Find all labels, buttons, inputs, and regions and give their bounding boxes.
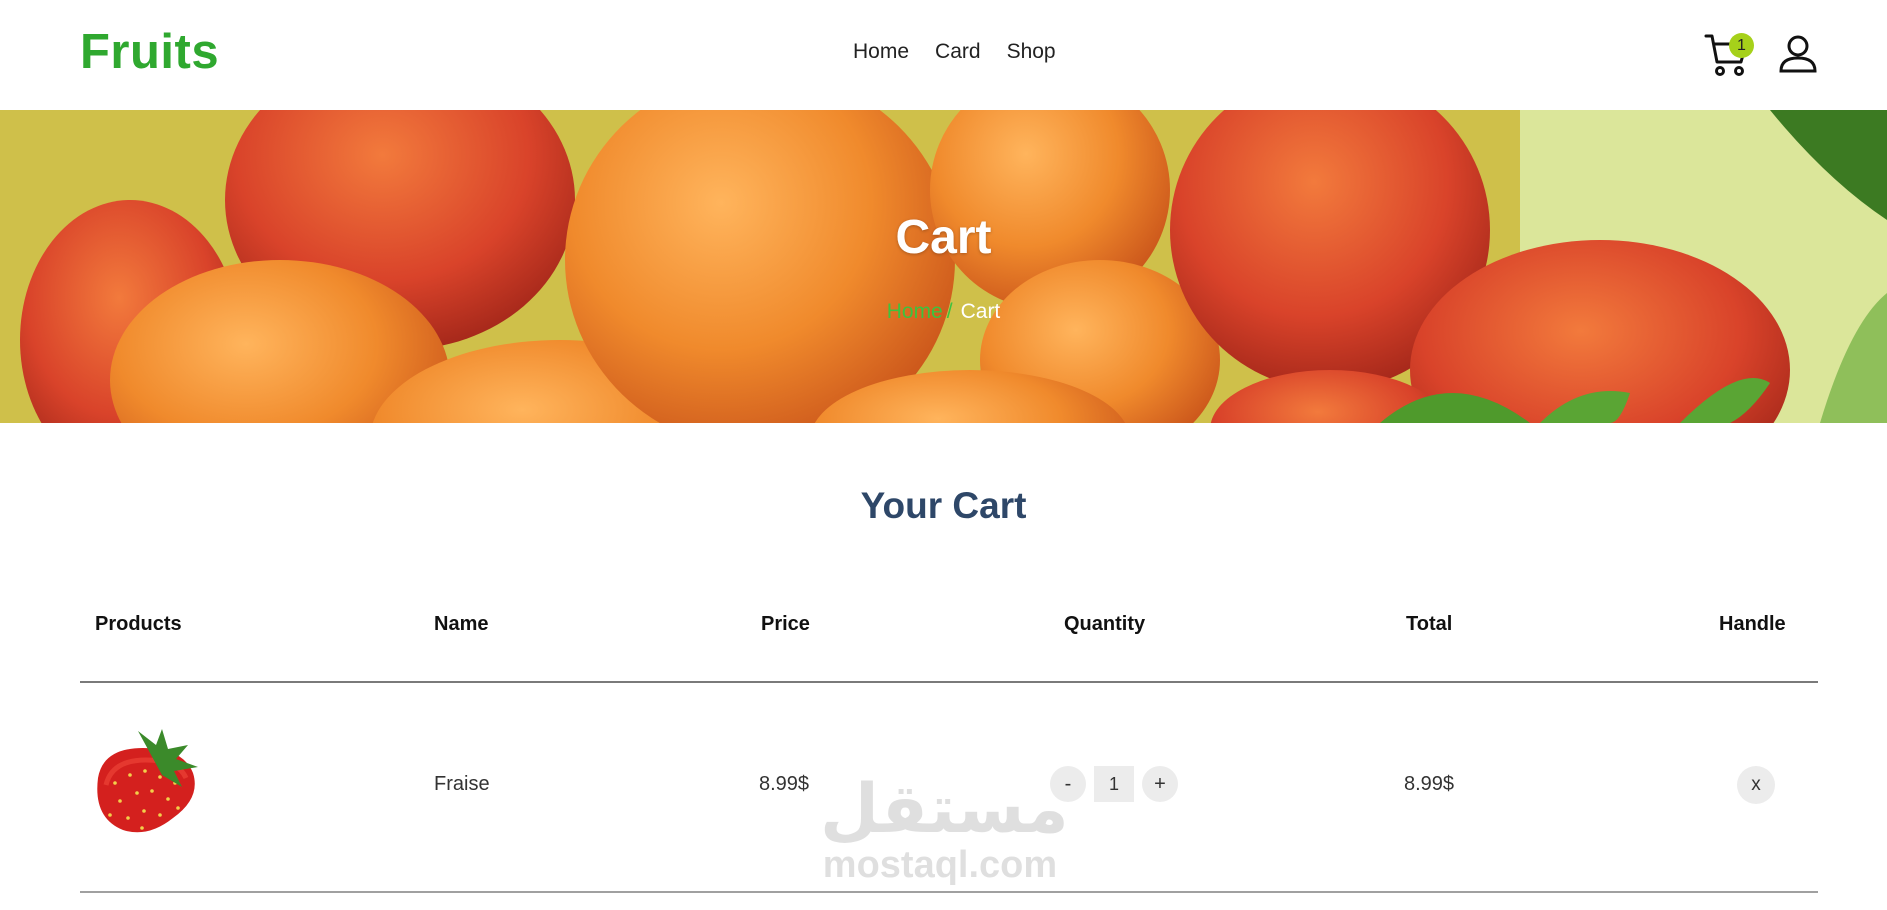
hero-title: Cart: [895, 211, 992, 264]
product-image: [80, 723, 204, 847]
breadcrumb-home-link[interactable]: Home: [887, 300, 943, 323]
cart-table-header: Products Name Price Quantity Total Handl…: [80, 595, 1818, 683]
breadcrumb-separator: /: [946, 300, 953, 323]
column-header-name: Name: [434, 613, 489, 635]
main-nav: Home Card Shop: [853, 40, 1056, 64]
nav-link-card[interactable]: Card: [935, 40, 981, 64]
nav-link-shop[interactable]: Shop: [1007, 40, 1056, 64]
user-button[interactable]: [1778, 34, 1818, 74]
table-row: Fraise 8.99$ - 1 + 8.99$ x: [80, 683, 1818, 893]
logo[interactable]: Fruits: [80, 24, 219, 80]
nav-link-home[interactable]: Home: [853, 40, 909, 64]
breadcrumb: Home / Cart: [0, 300, 1887, 324]
strawberry-icon: [80, 723, 204, 847]
product-price: 8.99$: [759, 773, 810, 795]
quantity-increment-button[interactable]: +: [1142, 766, 1178, 802]
quantity-value: 1: [1094, 766, 1134, 802]
remove-item-button[interactable]: x: [1737, 766, 1775, 804]
cart-count-badge: 1: [1729, 33, 1754, 58]
user-icon: [1779, 35, 1817, 73]
column-header-price: Price: [761, 613, 810, 635]
hero-background-image: [0, 110, 1887, 423]
quantity-stepper: - 1 +: [1050, 766, 1178, 802]
cart-section-title: Your Cart: [860, 485, 1027, 526]
column-header-products: Products: [95, 613, 182, 635]
column-header-handle: Handle: [1719, 613, 1786, 635]
product-total: 8.99$: [1404, 773, 1455, 795]
column-header-total: Total: [1406, 613, 1453, 635]
product-name: Fraise: [434, 773, 490, 795]
cart-table: Products Name Price Quantity Total Handl…: [80, 595, 1818, 893]
hero-banner: Cart Home / Cart: [0, 110, 1887, 423]
column-header-quantity: Quantity: [1064, 613, 1146, 635]
navbar: Fruits Home Card Shop 1: [0, 0, 1887, 110]
breadcrumb-current: Cart: [960, 300, 1001, 323]
quantity-decrement-button[interactable]: -: [1050, 766, 1086, 802]
